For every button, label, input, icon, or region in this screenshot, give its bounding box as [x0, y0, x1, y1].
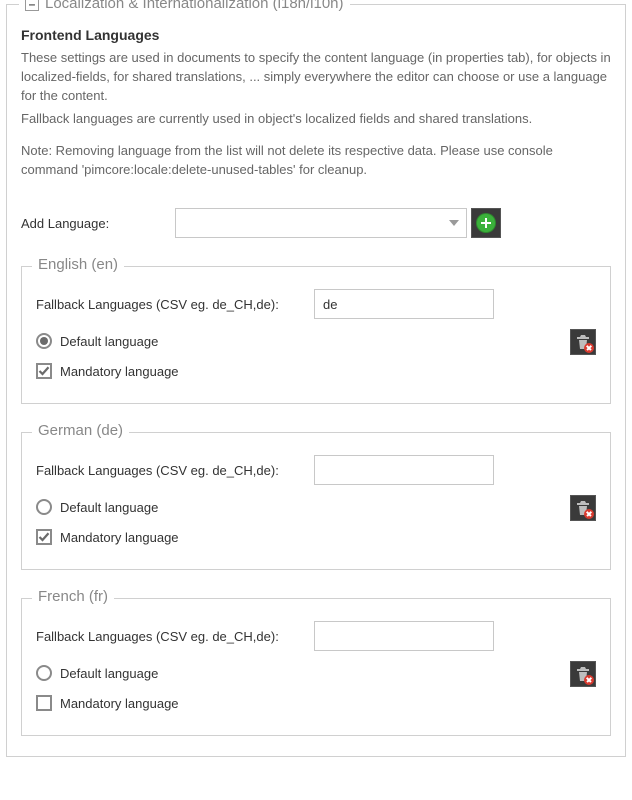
- mandatory-language-checkbox[interactable]: [36, 363, 52, 379]
- delete-badge-icon: [584, 343, 594, 353]
- description-para-2: Fallback languages are currently used in…: [21, 110, 611, 129]
- mandatory-language-label: Mandatory language: [60, 530, 179, 545]
- mandatory-language-row: Mandatory language: [36, 529, 596, 545]
- language-legend: German (de): [32, 422, 129, 439]
- mandatory-language-checkbox[interactable]: [36, 695, 52, 711]
- default-language-row: Default language: [36, 665, 596, 681]
- mandatory-language-row: Mandatory language: [36, 695, 596, 711]
- add-language-row: Add Language:: [21, 208, 611, 238]
- delete-language-button[interactable]: [570, 495, 596, 521]
- delete-language-button[interactable]: [570, 329, 596, 355]
- default-language-label: Default language: [60, 334, 158, 349]
- fallback-row: Fallback Languages (CSV eg. de_CH,de):: [36, 455, 596, 485]
- delete-language-button[interactable]: [570, 661, 596, 687]
- mandatory-language-label: Mandatory language: [60, 696, 179, 711]
- localization-section: – Localization & Internationalization (i…: [6, 4, 626, 757]
- plus-icon: [477, 214, 495, 232]
- frontend-languages-heading: Frontend Languages: [21, 27, 611, 43]
- default-language-radio[interactable]: [36, 499, 52, 515]
- default-language-radio[interactable]: [36, 333, 52, 349]
- fallback-row: Fallback Languages (CSV eg. de_CH,de):: [36, 289, 596, 319]
- section-legend: – Localization & Internationalization (i…: [19, 0, 350, 12]
- combo-trigger-icon[interactable]: [442, 220, 466, 226]
- fallback-input[interactable]: [314, 289, 494, 319]
- language-fieldset: French (fr) Fallback Languages (CSV eg. …: [21, 598, 611, 736]
- language-legend: English (en): [32, 256, 124, 273]
- fallback-input[interactable]: [314, 621, 494, 651]
- description-note: Note: Removing language from the list wi…: [21, 142, 611, 180]
- fallback-row: Fallback Languages (CSV eg. de_CH,de):: [36, 621, 596, 651]
- description-para-1: These settings are used in documents to …: [21, 49, 611, 106]
- default-language-radio[interactable]: [36, 665, 52, 681]
- trash-icon: [575, 500, 591, 516]
- default-language-row: Default language: [36, 333, 596, 349]
- add-language-label: Add Language:: [21, 216, 175, 231]
- collapse-toggle[interactable]: –: [25, 0, 39, 11]
- language-fieldset: German (de) Fallback Languages (CSV eg. …: [21, 432, 611, 570]
- default-language-row: Default language: [36, 499, 596, 515]
- trash-icon: [575, 666, 591, 682]
- trash-icon: [575, 334, 591, 350]
- fallback-label: Fallback Languages (CSV eg. de_CH,de):: [36, 629, 314, 644]
- mandatory-language-checkbox[interactable]: [36, 529, 52, 545]
- language-fieldset: English (en) Fallback Languages (CSV eg.…: [21, 266, 611, 404]
- fallback-label: Fallback Languages (CSV eg. de_CH,de):: [36, 297, 314, 312]
- default-language-label: Default language: [60, 500, 158, 515]
- delete-badge-icon: [584, 675, 594, 685]
- language-legend: French (fr): [32, 588, 114, 605]
- delete-badge-icon: [584, 509, 594, 519]
- mandatory-language-row: Mandatory language: [36, 363, 596, 379]
- mandatory-language-label: Mandatory language: [60, 364, 179, 379]
- fallback-label: Fallback Languages (CSV eg. de_CH,de):: [36, 463, 314, 478]
- section-title: Localization & Internationalization (i18…: [45, 0, 344, 12]
- default-language-label: Default language: [60, 666, 158, 681]
- add-language-button[interactable]: [471, 208, 501, 238]
- add-language-combo[interactable]: [175, 208, 467, 238]
- fallback-input[interactable]: [314, 455, 494, 485]
